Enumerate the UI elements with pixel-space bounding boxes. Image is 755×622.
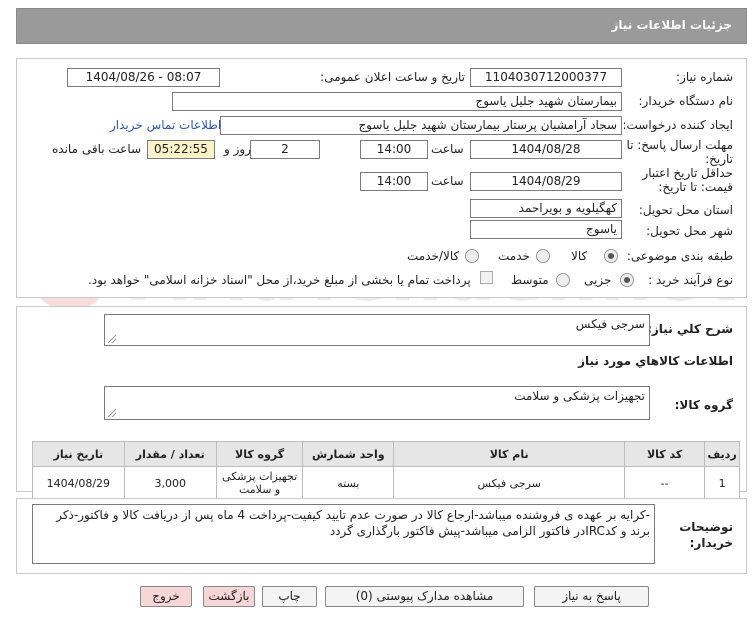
process-option-medium: متوسط (511, 273, 549, 287)
resize-grip-icon[interactable] (108, 335, 116, 343)
announce-field[interactable]: 1404/08/26 - 08:07 (67, 68, 220, 87)
cell-row: 1 (704, 466, 740, 500)
col-code: کد کالا (624, 441, 706, 467)
province-field[interactable]: کهگیلویه و بویراحمد (470, 199, 622, 218)
creator-field[interactable]: سجاد آرامشیان پرستار بیمارستان شهید جلیل… (220, 116, 622, 135)
table-row[interactable]: 1 -- سرجی فیکس بسته تجهیزات پزشکی و سلام… (32, 466, 740, 500)
cell-name: سرجی فیکس (393, 466, 626, 500)
province-label: استان محل تحویل: (638, 203, 733, 217)
need-number-label: شماره نیاز: (676, 70, 733, 84)
notes-label-2: خریدار: (689, 536, 733, 550)
goods-info-title: اطلاعات کالاهاي مورد نياز (578, 354, 733, 368)
cell-quantity: 3,000 (123, 466, 217, 500)
cell-code: -- (624, 466, 706, 500)
cell-unit: بسته (302, 466, 395, 500)
process-option-minor: جزیی (584, 273, 612, 287)
city-field[interactable]: یاسوج (470, 220, 622, 239)
page-title: جزئیات اطلاعات نیاز (611, 18, 732, 32)
payment-note: پرداخت تمام یا بخشی از مبلغ خرید،از محل … (88, 273, 471, 287)
remaining-time-field: 05:22:55 (147, 140, 215, 159)
page-header: جزئیات اطلاعات نیاز (16, 8, 747, 44)
back-button[interactable]: بازگشت (203, 586, 255, 607)
cell-group: تجهیزات پزشکی و سلامت (215, 466, 304, 500)
print-button[interactable]: چاپ (262, 586, 317, 607)
category-option-goods: کالا (571, 249, 588, 263)
deadline-time-field[interactable]: 14:00 (360, 140, 428, 159)
goods-group-label: گروه کالا: (674, 398, 733, 412)
buyer-field[interactable]: بیمارستان شهید جلیل یاسوج (172, 92, 622, 111)
view-attachments-button[interactable]: مشاهده مدارک پیوستی (0) (325, 586, 524, 607)
deadline-date-field[interactable]: 1404/08/28 (470, 140, 622, 159)
validity-time-field[interactable]: 14:00 (360, 172, 428, 191)
buyer-label: نام دستگاه خریدار: (638, 94, 734, 108)
creator-label: ایجاد کننده درخواست: (622, 118, 733, 132)
process-label: نوع فرآیند خرید : (648, 273, 733, 287)
col-row: ردیف (704, 441, 740, 467)
notes-label: توضیحات (679, 520, 733, 534)
validity-date-field[interactable]: 1404/08/29 (470, 172, 622, 191)
remaining-label: ساعت باقی مانده (52, 142, 142, 156)
general-desc-value: سرجی فیکس (575, 317, 645, 331)
validity-label-2: قیمت: تا تاریخ: (658, 180, 733, 194)
general-desc-label: شرح کلي نياز: (647, 322, 733, 336)
category-radio-goods[interactable] (604, 249, 618, 263)
table-header-row: ردیف کد کالا نام کالا واحد شمارش گروه کا… (32, 441, 740, 467)
cell-date: 1404/08/29 (32, 466, 125, 500)
days-field[interactable]: 2 (250, 140, 320, 159)
goods-table: ردیف کد کالا نام کالا واحد شمارش گروه کا… (32, 441, 740, 500)
category-option-service: خدمت (498, 249, 530, 263)
buyer-contact-link[interactable]: اطلاعات تماس خریدار (110, 118, 221, 132)
deadline-time-label: ساعت (431, 142, 464, 156)
need-number-field[interactable]: 1104030712000377 (470, 68, 622, 87)
col-name: نام کالا (393, 441, 626, 467)
category-radio-both[interactable] (465, 249, 479, 263)
general-desc-field[interactable]: سرجی فیکس (104, 314, 650, 346)
col-unit: واحد شمارش (302, 441, 395, 467)
category-radio-service[interactable] (536, 249, 550, 263)
deadline-label-2: تاریخ: (705, 152, 733, 166)
goods-group-value: تجهیزات پزشکی و سلامت (514, 389, 645, 403)
col-group: گروه کالا (215, 441, 304, 467)
validity-time-label: ساعت (431, 174, 464, 188)
resize-grip-icon[interactable] (108, 409, 116, 417)
reply-button[interactable]: پاسخ به نیاز (534, 586, 649, 607)
notes-field[interactable]: -کرایه بر عهده ی فروشنده میباشد-ارجاع کا… (32, 504, 655, 564)
category-option-both: کالا/خدمت (407, 249, 460, 263)
days-label: روز و (224, 142, 251, 156)
notes-text: -کرایه بر عهده ی فروشنده میباشد-ارجاع کا… (56, 508, 650, 538)
announce-label: تاریخ و ساعت اعلان عمومی: (320, 70, 465, 84)
deadline-label: مهلت ارسال پاسخ: تا (626, 138, 733, 152)
col-quantity: تعداد / مقدار (123, 441, 217, 467)
col-date: تاریخ نیاز (32, 441, 125, 467)
process-radio-medium[interactable] (556, 273, 570, 287)
process-radio-minor[interactable] (620, 273, 634, 287)
goods-group-field[interactable]: تجهیزات پزشکی و سلامت (104, 386, 650, 420)
validity-label: حداقل تاریخ اعتبار (642, 166, 733, 180)
city-label: شهر محل تحویل: (646, 224, 733, 238)
category-label: طبقه بندی موضوعی: (626, 249, 733, 263)
exit-button[interactable]: خروج (140, 586, 192, 607)
treasury-checkbox[interactable] (480, 271, 493, 284)
